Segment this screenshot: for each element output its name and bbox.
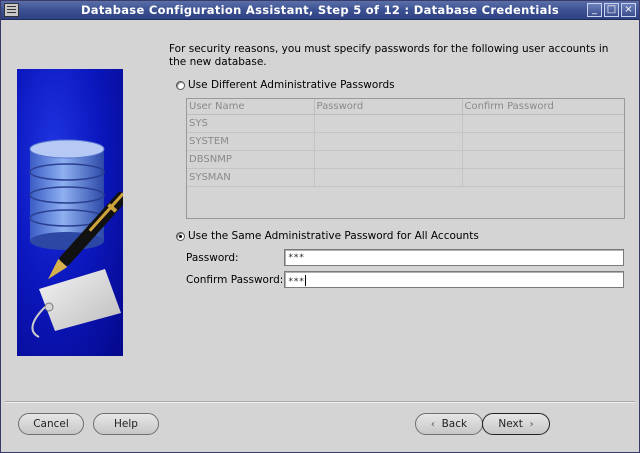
footer-divider: [5, 401, 635, 403]
wizard-banner-image: [17, 69, 123, 356]
password-cell: [314, 150, 463, 169]
user-name-cell: SYS: [187, 114, 315, 133]
intro-text: For security reasons, you must specify p…: [169, 43, 609, 68]
maximize-button[interactable]: □: [604, 3, 619, 17]
window-title: Database Configuration Assistant, Step 5…: [80, 3, 560, 17]
same-password-label[interactable]: Use the Same Administrative Password for…: [188, 230, 479, 242]
password-value: ***: [288, 253, 305, 263]
table-row: DBSNMP: [187, 150, 624, 169]
column-header-password: Password: [314, 99, 463, 115]
same-password-radio[interactable]: [176, 232, 185, 241]
confirm-password-value: ***: [288, 277, 305, 287]
back-button-label: Back: [441, 418, 468, 430]
table-header-row: User Name Password Confirm Password: [187, 99, 624, 115]
confirm-password-cell: [462, 132, 624, 151]
chevron-left-icon: ‹: [430, 419, 435, 430]
back-button[interactable]: ‹ Back: [415, 413, 483, 435]
password-cell: [314, 132, 463, 151]
table-row: SYS: [187, 114, 624, 133]
user-name-cell: SYSTEM: [187, 132, 315, 151]
tag-card-icon: [31, 269, 121, 338]
accounts-table: User Name Password Confirm Password SYS …: [186, 98, 625, 219]
minimize-button[interactable]: _: [587, 3, 602, 17]
confirm-password-label: Confirm Password:: [186, 274, 284, 286]
table-row: SYSTEM: [187, 132, 624, 151]
confirm-password-cell: [462, 168, 624, 187]
confirm-password-cell: [462, 150, 624, 169]
database-pen-illustration: [29, 139, 123, 338]
chevron-right-icon: ›: [529, 419, 534, 430]
different-passwords-label[interactable]: Use Different Administrative Passwords: [188, 79, 395, 91]
dbca-window: Database Configuration Assistant, Step 5…: [0, 0, 640, 453]
close-button[interactable]: ×: [621, 3, 636, 17]
table-row: SYSMAN: [187, 168, 624, 187]
cancel-button[interactable]: Cancel: [18, 413, 84, 435]
column-header-confirm-password: Confirm Password: [462, 99, 624, 115]
password-field[interactable]: ***: [284, 249, 624, 266]
column-header-user-name: User Name: [187, 99, 315, 115]
password-label: Password:: [186, 252, 239, 264]
text-caret: [305, 275, 307, 286]
user-name-cell: SYSMAN: [187, 168, 315, 187]
confirm-password-cell: [462, 114, 624, 133]
user-name-cell: DBSNMP: [187, 150, 315, 169]
different-passwords-radio[interactable]: [176, 81, 185, 90]
help-button[interactable]: Help: [93, 413, 159, 435]
confirm-password-field[interactable]: ***: [284, 271, 624, 288]
next-button-label: Next: [498, 418, 523, 430]
next-button[interactable]: Next ›: [482, 413, 550, 435]
password-cell: [314, 168, 463, 187]
password-cell: [314, 114, 463, 133]
title-bar[interactable]: Database Configuration Assistant, Step 5…: [1, 1, 639, 20]
